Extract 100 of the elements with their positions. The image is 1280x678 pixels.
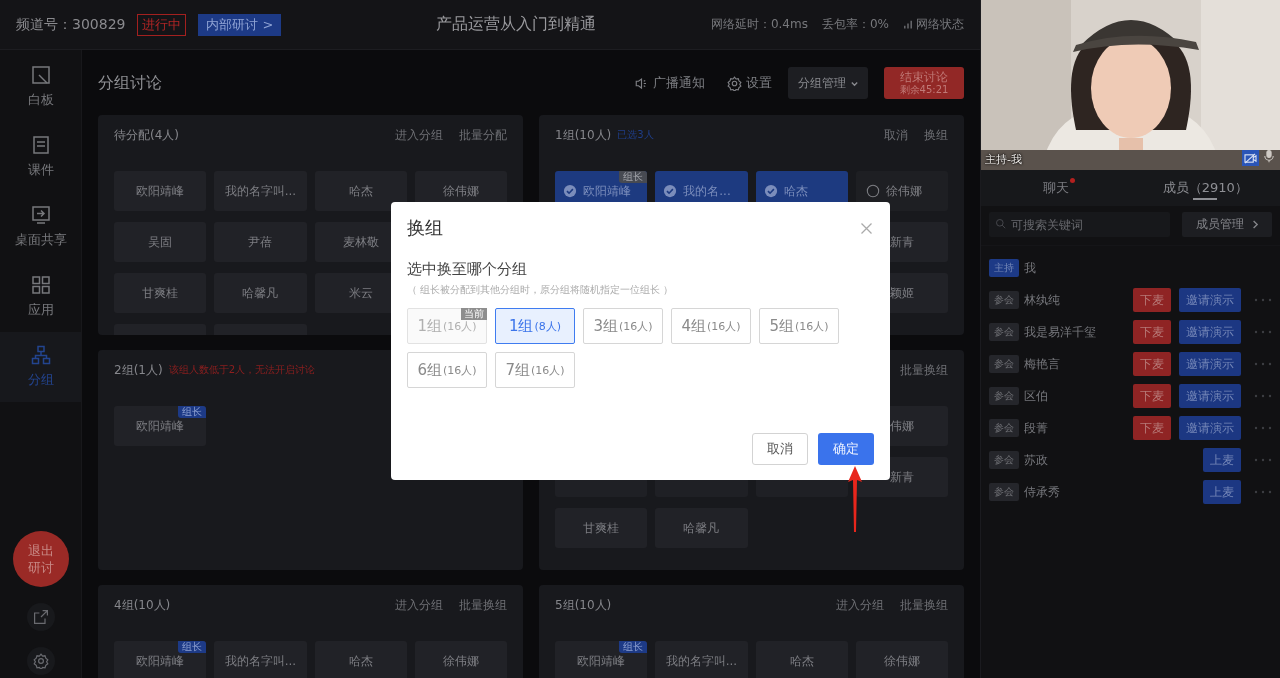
group-action-link[interactable]: 批量换组 (459, 596, 507, 614)
leader-badge: 组长 (178, 641, 207, 653)
member-chip[interactable]: 组长 欧阳靖峰 (555, 641, 648, 678)
role-tag: 参会 (989, 419, 1019, 437)
member-name: 区伯 (1024, 387, 1049, 405)
search-field[interactable]: 可搜索关键词 (989, 212, 1170, 237)
group-action-link[interactable]: 批量分配 (459, 126, 507, 144)
end-discussion-button[interactable]: 结束讨论 剩余45:21 (884, 67, 964, 99)
group-option[interactable]: 1组(8人) (495, 308, 575, 344)
member-chip[interactable]: 哈杰 (755, 641, 848, 678)
member-chip[interactable]: 哈馨凡 (214, 273, 307, 313)
group-action-link[interactable]: 换组 (924, 126, 948, 144)
member-action-button[interactable]: 邀请演示 (1179, 384, 1241, 408)
more-icon (1253, 329, 1273, 335)
sidebar-item[interactable]: 课件 (0, 122, 81, 192)
settings-button[interactable]: 设置 (727, 74, 772, 92)
role-tag: 参会 (989, 483, 1019, 501)
speaker-icon (634, 75, 649, 91)
page-title: 分组讨论 (98, 72, 163, 94)
member-manage-button[interactable]: 成员管理 (1182, 212, 1272, 237)
member-chip[interactable]: 甘爽桂 (555, 508, 648, 548)
member-name: 我 (1024, 259, 1037, 277)
group-option[interactable]: 6组(16人) (407, 352, 487, 388)
member-action-button[interactable]: 邀请演示 (1179, 352, 1241, 376)
leader-badge: 组长 (619, 171, 648, 183)
check-icon (663, 184, 678, 198)
member-action-button[interactable]: 下麦 (1133, 288, 1171, 312)
check-icon (763, 184, 778, 198)
role-tag: 主持 (989, 259, 1019, 277)
group-action-link[interactable]: 取消 (884, 126, 908, 144)
close-button[interactable] (859, 220, 874, 236)
sidebar-item[interactable]: 白板 (0, 52, 81, 122)
member-action-button[interactable]: 上麦 (1203, 448, 1241, 472)
member-name: 段菁 (1024, 419, 1049, 437)
member-action-button[interactable]: 下麦 (1133, 320, 1171, 344)
member-chip[interactable]: 组长 欧阳靖峰 (114, 406, 207, 446)
group-title: 2组(1人) (114, 361, 163, 379)
network-status[interactable]: 网络状态 (916, 16, 964, 33)
settings-icon (32, 653, 49, 669)
group-menu-dropdown[interactable]: 分组管理 (788, 67, 868, 99)
member-chip[interactable]: 尹蓓 (214, 222, 307, 262)
camera-off-icon[interactable] (1242, 150, 1259, 166)
member-name: 苏政 (1024, 451, 1049, 469)
group-action-link[interactable]: 批量换组 (900, 361, 948, 379)
cancel-button[interactable]: 取消 (752, 433, 808, 465)
radio-icon (865, 184, 880, 198)
member-action-button[interactable]: 下麦 (1133, 384, 1171, 408)
group-title: 1组(10人) (555, 126, 612, 144)
more-icon (1253, 425, 1273, 431)
member-chip[interactable]: 吴固 (114, 222, 207, 262)
role-tag: 参会 (989, 451, 1019, 469)
video-label: 主持-我 (985, 152, 1022, 167)
member-action-button[interactable]: 邀请演示 (1179, 320, 1241, 344)
group-action-link[interactable]: 进入分组 (836, 596, 884, 614)
member-chip[interactable]: 徐伟娜 (855, 171, 948, 211)
member-name: 梅艳言 (1024, 355, 1061, 373)
panel-tab[interactable]: 聊天 (981, 170, 1131, 206)
group-action-link[interactable]: 批量换组 (900, 596, 948, 614)
latency-text: 网络延时：0.4ms (710, 16, 808, 33)
group-action-link[interactable]: 进入分组 (395, 596, 443, 614)
group-action-link[interactable]: 进入分组 (395, 126, 443, 144)
group-option[interactable]: 5组(16人) (759, 308, 839, 344)
member-chip[interactable]: 徐伟娜 (855, 641, 948, 678)
more-icon (1253, 361, 1273, 367)
member-chip[interactable]: 我的名字叫... (214, 641, 307, 678)
member-action-button[interactable]: 下麦 (1133, 352, 1171, 376)
group-option[interactable]: 4组(16人) (671, 308, 751, 344)
member-chip[interactable]: 甘爽桂 (114, 273, 207, 313)
exit-button[interactable]: 退出研讨 (12, 531, 69, 587)
role-tag: 参会 (989, 387, 1019, 405)
member-chip[interactable]: 哈馨凡 (655, 508, 748, 548)
document-icon (30, 135, 51, 155)
group-option[interactable]: 3组(16人) (583, 308, 663, 344)
member-chip[interactable]: 徐伟娜 (414, 641, 507, 678)
microphone-icon (1262, 148, 1276, 164)
pointer-arrow (845, 466, 865, 532)
member-chip[interactable]: 组长 欧阳靖峰 (114, 641, 207, 678)
member-chip[interactable]: 我的名字叫... (214, 171, 307, 211)
sidebar-item[interactable]: 桌面共享 (0, 192, 81, 262)
meeting-tag[interactable]: 内部研讨 > (198, 13, 282, 36)
group-option[interactable]: 7组(16人) (495, 352, 575, 388)
sidebar-item[interactable]: 应用 (0, 262, 81, 332)
broadcast-button[interactable]: 广播通知 (634, 74, 705, 92)
role-tag: 参会 (989, 323, 1019, 341)
selected-count: 已选3人 (617, 128, 654, 142)
more-icon (1253, 489, 1273, 495)
member-action-button[interactable]: 下麦 (1133, 416, 1171, 440)
current-tag: 当前 (461, 308, 487, 320)
leader-badge: 组长 (178, 406, 207, 418)
member-chip[interactable]: 哈杰 (314, 641, 407, 678)
member-action-button[interactable]: 邀请演示 (1179, 288, 1241, 312)
member-chip[interactable]: 我的名字叫... (655, 641, 748, 678)
member-chip[interactable]: 哈杰 (314, 171, 407, 211)
member-chip[interactable]: 欧阳靖峰 (114, 171, 207, 211)
panel-tab[interactable]: 成员（2910） (1130, 170, 1280, 206)
confirm-button[interactable]: 确定 (818, 433, 874, 465)
member-action-button[interactable]: 上麦 (1203, 480, 1241, 504)
dialog-title: 换组 (407, 216, 443, 240)
role-tag: 参会 (989, 291, 1019, 309)
member-action-button[interactable]: 邀请演示 (1179, 416, 1241, 440)
